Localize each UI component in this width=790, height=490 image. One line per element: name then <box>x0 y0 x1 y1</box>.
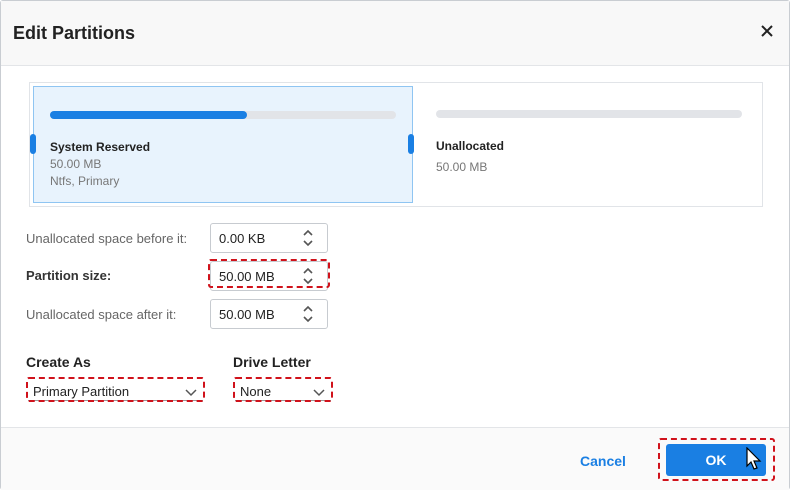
usage-bar-fill <box>50 111 248 119</box>
space-before-value: 0.00 KB <box>219 231 266 246</box>
stepper-arrows-icon[interactable] <box>301 227 315 249</box>
chevron-down-icon <box>185 385 197 397</box>
mouse-cursor-icon <box>746 446 762 471</box>
drive-letter-select[interactable]: None <box>235 379 331 401</box>
partition-card-system-reserved[interactable]: System Reserved 50.00 MB Ntfs, Primary <box>33 86 413 203</box>
edit-partitions-dialog: Edit Partitions System Reserved 50.00 MB… <box>0 0 790 490</box>
partition-map: System Reserved 50.00 MB Ntfs, Primary U… <box>29 82 763 207</box>
partition-size: 50.00 MB <box>436 160 488 174</box>
dialog-title: Edit Partitions <box>13 23 136 43</box>
after-label: Unallocated space after it: <box>26 307 177 322</box>
partition-size-label: Partition size: <box>26 268 112 283</box>
partition-size-stepper[interactable]: 50.00 MB <box>210 261 328 291</box>
space-after-stepper[interactable]: 50.00 MB <box>210 299 328 329</box>
stepper-arrows-icon[interactable] <box>301 303 315 325</box>
partition-size-value: 50.00 MB <box>219 269 275 284</box>
partition-details: Ntfs, Primary <box>50 174 120 188</box>
partition-name: Unallocated <box>436 139 505 153</box>
stepper-arrows-icon[interactable] <box>301 265 315 287</box>
before-label: Unallocated space before it: <box>26 231 188 246</box>
close-icon[interactable] <box>759 23 775 41</box>
usage-bar <box>50 111 396 119</box>
space-before-stepper[interactable]: 0.00 KB <box>210 223 328 253</box>
drive-letter-value: None <box>240 384 272 399</box>
partition-card-unallocated[interactable]: Unallocated 50.00 MB <box>420 86 758 203</box>
partition-size: 50.00 MB <box>50 157 102 171</box>
drive-letter-label: Drive Letter <box>233 354 311 370</box>
space-after-value: 50.00 MB <box>219 307 275 322</box>
chevron-down-icon <box>313 385 325 397</box>
usage-bar <box>436 110 742 118</box>
create-as-select[interactable]: Primary Partition <box>28 379 203 401</box>
resize-handle-left[interactable] <box>30 134 36 154</box>
partition-name: System Reserved <box>50 140 151 154</box>
create-as-value: Primary Partition <box>33 384 130 399</box>
resize-handle-right[interactable] <box>408 134 414 154</box>
dialog-titlebar: Edit Partitions <box>1 1 789 66</box>
cancel-button[interactable]: Cancel <box>580 453 626 469</box>
create-as-label: Create As <box>26 354 91 370</box>
